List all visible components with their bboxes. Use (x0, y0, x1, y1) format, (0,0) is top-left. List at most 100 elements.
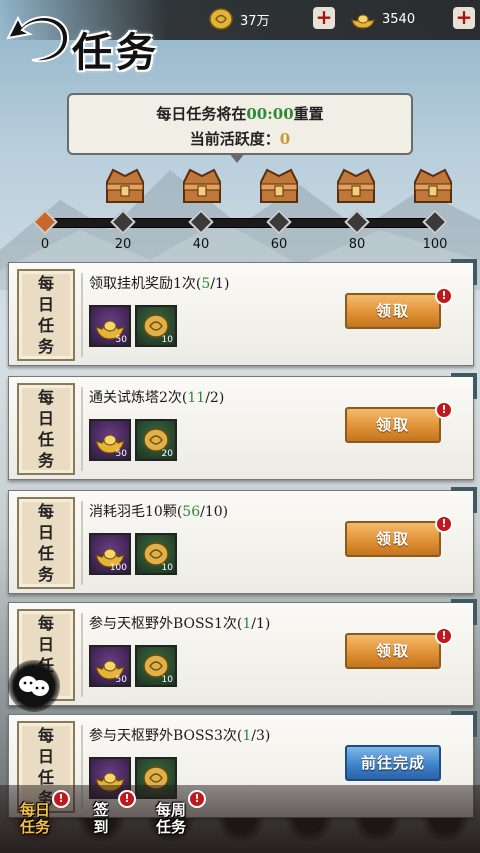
nav-label: 到 (93, 818, 109, 836)
task-title: 领取挂机奖励1次 (89, 276, 196, 292)
task-title: 消耗羽毛10颗 (89, 504, 177, 520)
task-progress-done: 1 (242, 728, 252, 744)
reward-coin[interactable]: 10 (135, 645, 177, 687)
task-card: 每日任务 领取挂机奖励1次(5/1) 50 10 领取 ! (8, 259, 477, 366)
alert-badge: ! (435, 627, 453, 645)
brush-bg (216, 796, 266, 842)
activity-value: 0 (279, 130, 291, 148)
reset-time: 00:00 (246, 105, 294, 123)
claim-button[interactable]: 领取 (345, 633, 441, 669)
reset-notice: 每日任务将在00:00重置 当前活跃度：0 (67, 93, 413, 163)
nav-tab-5[interactable] (280, 790, 338, 848)
milestone-label: 80 (348, 237, 366, 252)
divider (81, 613, 83, 697)
reward-count: 10 (161, 563, 173, 573)
gold-ingot-icon (351, 14, 375, 29)
chest-icon[interactable] (103, 166, 147, 206)
gold-coin-icon (209, 8, 233, 30)
milestone-label: 60 (270, 237, 288, 252)
reward-coin[interactable]: 20 (135, 419, 177, 461)
task-title: 参与天枢野外BOSS1次 (89, 616, 237, 632)
nav-label: 签 (93, 801, 109, 819)
task-card: 每日任务 通关试炼塔2次(11/2) 50 20 领取 ! (8, 373, 477, 480)
task-progress-done: 5 (201, 276, 211, 292)
tag-char: 日 (37, 295, 54, 314)
reward-ingot[interactable]: 50 (89, 305, 131, 347)
alert-badge: ! (188, 790, 206, 808)
claim-button[interactable]: 领取 (345, 407, 441, 443)
alert-badge: ! (52, 790, 70, 808)
add-coin-button[interactable]: + (313, 7, 335, 29)
task-progress-total: /10 (200, 504, 223, 520)
daily-task-tag: 每日任务 (17, 269, 75, 361)
tag-char: 任 (37, 430, 54, 449)
activity-progress-track (40, 218, 440, 228)
tag-char: 每 (37, 726, 54, 745)
reward-ingot[interactable]: 50 (89, 645, 131, 687)
reward-coin[interactable]: 10 (135, 305, 177, 347)
chest-icon[interactable] (411, 166, 455, 206)
divider (81, 387, 83, 471)
task-progress-done: 11 (187, 390, 206, 406)
task-progress-total: /1 (251, 616, 265, 632)
reward-count: 50 (115, 449, 127, 459)
reward-count: 50 (115, 335, 127, 345)
task-title: 参与天枢野外BOSS3次 (89, 728, 237, 744)
chest-icon[interactable] (257, 166, 301, 206)
add-ingot-button[interactable]: + (453, 7, 475, 29)
task-title: 通关试炼塔2次 (89, 390, 182, 406)
task-name: 参与天枢野外BOSS3次(1/3) (89, 728, 271, 744)
brush-bg (284, 796, 334, 842)
divider (81, 273, 83, 357)
milestone-label: 40 (192, 237, 210, 252)
task-card: 每日任务 参与天枢野外BOSS1次(1/1) 50 10 领取 ! (8, 599, 477, 706)
tag-char: 日 (37, 409, 54, 428)
reward-coin[interactable]: 10 (135, 533, 177, 575)
task-progress-total: /3 (251, 728, 265, 744)
milestone-label: 20 (114, 237, 132, 252)
go-complete-button[interactable]: 前往完成 (345, 745, 441, 781)
chest-icon[interactable] (334, 166, 378, 206)
tag-char: 任 (37, 316, 54, 335)
task-card: 每日任务 消耗羽毛10颗(56/10) 100 10 领取 ! (8, 487, 477, 594)
back-arrow-icon[interactable] (4, 8, 74, 68)
activity-line: 当前活跃度：0 (69, 128, 411, 149)
reward-ingot[interactable]: 50 (89, 419, 131, 461)
nav-tab-7[interactable] (416, 790, 474, 848)
nav-label: 每周 (155, 801, 186, 819)
task-name: 参与天枢野外BOSS1次(1/1) (89, 616, 271, 632)
task-progress-done: 56 (182, 504, 201, 520)
reward-ingot[interactable]: 100 (89, 533, 131, 575)
chest-icon[interactable] (180, 166, 224, 206)
tag-char: 日 (37, 635, 54, 654)
ingot-amount: 3540 (382, 11, 416, 27)
tag-char: 每 (37, 502, 54, 521)
chat-button[interactable] (8, 660, 60, 712)
reset-prefix: 每日任务将在 (156, 105, 247, 123)
brush-bg (352, 796, 402, 842)
tag-char: 日 (37, 747, 54, 766)
tag-char: 务 (37, 451, 54, 470)
milestone-label: 100 (422, 237, 448, 252)
task-progress-done: 1 (242, 616, 252, 632)
daily-task-tag: 每日任务 (17, 383, 75, 475)
reward-count: 10 (161, 335, 173, 345)
tag-char: 务 (37, 565, 54, 584)
chat-icon (19, 676, 49, 696)
alert-badge: ! (435, 287, 453, 305)
tag-char: 每 (37, 614, 54, 633)
reset-suffix: 重置 (293, 105, 324, 123)
tag-char: 务 (37, 337, 54, 356)
coin-balance: 37万 (208, 6, 270, 32)
divider (81, 501, 83, 585)
claim-button[interactable]: 领取 (345, 521, 441, 557)
tag-char: 每 (37, 274, 54, 293)
reward-count: 100 (109, 563, 127, 573)
task-progress-total: /1 (210, 276, 224, 292)
claim-button[interactable]: 领取 (345, 293, 441, 329)
nav-tab-4[interactable] (212, 790, 270, 848)
alert-badge: ! (118, 790, 136, 808)
nav-label: 任务 (19, 818, 50, 836)
nav-tab-6[interactable] (348, 790, 406, 848)
task-name: 消耗羽毛10颗(56/10) (89, 504, 229, 520)
